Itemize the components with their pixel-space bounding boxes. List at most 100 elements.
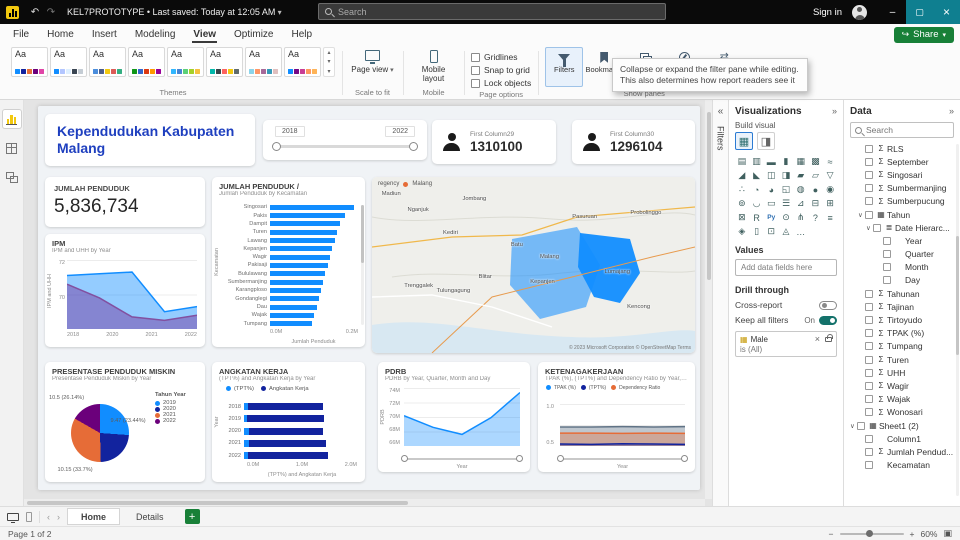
- collapse-pane-icon[interactable]: [949, 106, 954, 117]
- page-tab[interactable]: Home: [67, 508, 121, 525]
- ribbon-tab[interactable]: File: [4, 26, 38, 43]
- field-checkbox[interactable]: [865, 316, 873, 325]
- bar-row[interactable]: Pakis: [226, 212, 358, 219]
- field-row[interactable]: ∨ ▦ Tahun: [850, 208, 954, 221]
- field-checkbox[interactable]: [865, 302, 873, 311]
- field-row[interactable]: Day: [850, 274, 954, 287]
- field-row[interactable]: Σ Wonosari: [850, 406, 954, 419]
- slicer-min-value[interactable]: 2018: [275, 126, 305, 137]
- field-row[interactable]: Σ Tumpang: [850, 340, 954, 353]
- model-view-button[interactable]: [3, 168, 21, 186]
- slicer-track[interactable]: [272, 141, 418, 151]
- gauge-icon[interactable]: ◡: [750, 197, 764, 210]
- scroll-up-icon[interactable]: [327, 49, 330, 56]
- r-script-icon[interactable]: R: [750, 211, 764, 224]
- bar-row[interactable]: Turen: [226, 229, 358, 236]
- bar-row[interactable]: Tumpang: [226, 320, 358, 327]
- expand-icon[interactable]: ∨: [866, 224, 873, 232]
- arcgis-map-icon[interactable]: ◬: [779, 225, 793, 238]
- field-checkbox[interactable]: [883, 250, 891, 259]
- treemap-icon[interactable]: ◱: [779, 183, 793, 196]
- field-row[interactable]: Σ Tahunan: [850, 287, 954, 300]
- angkatan-kerja-card[interactable]: ANGKATAN KERJA (TPT%) and Angkatan Kerja…: [212, 362, 365, 482]
- line-clustered-column-chart-icon[interactable]: ◨: [779, 169, 793, 182]
- field-checkbox[interactable]: [865, 355, 873, 364]
- slicer-max-value[interactable]: 2022: [385, 126, 415, 137]
- field-row[interactable]: Σ September: [850, 155, 954, 168]
- field-checkbox[interactable]: [865, 289, 873, 298]
- filters-button[interactable]: Filters: [545, 47, 584, 87]
- window-title[interactable]: KEL7PROTOTYPE • Last saved: Today at 12:…: [67, 7, 282, 17]
- drill-through-field-chip[interactable]: Male is (All): [735, 331, 837, 357]
- bar-row[interactable]: 2022: [226, 451, 357, 460]
- field-row[interactable]: Σ RLS: [850, 142, 954, 155]
- field-checkbox[interactable]: [883, 236, 891, 245]
- bar-row[interactable]: Kepanjen: [226, 246, 358, 253]
- multi-row-card-icon[interactable]: ☰: [779, 197, 793, 210]
- python-script-icon[interactable]: Py: [764, 211, 778, 224]
- format-visual-tab[interactable]: [757, 132, 775, 150]
- field-checkbox[interactable]: [865, 342, 873, 351]
- waterfall-chart-icon[interactable]: ▱: [809, 169, 823, 182]
- theme-thumbnail[interactable]: Aa: [11, 47, 48, 77]
- pie-chart-icon[interactable]: ◔: [750, 183, 764, 196]
- smart-narrative-icon[interactable]: ≡: [823, 211, 837, 224]
- paginated-report-icon[interactable]: ▯: [750, 225, 764, 238]
- ribbon-tab[interactable]: Optimize: [225, 26, 282, 43]
- page-tab[interactable]: Details: [122, 508, 178, 525]
- field-row[interactable]: Σ Singosari: [850, 168, 954, 181]
- range-handle-left[interactable]: [401, 455, 408, 463]
- filled-map-icon[interactable]: ●: [809, 183, 823, 196]
- filters-pane-collapsed[interactable]: Filters: [712, 100, 728, 506]
- bar-row[interactable]: Bululawang: [226, 271, 358, 278]
- funnel-chart-icon[interactable]: ▽: [823, 169, 837, 182]
- sign-in-link[interactable]: Sign in: [813, 7, 842, 18]
- matrix-icon[interactable]: ⊠: [735, 211, 749, 224]
- field-row[interactable]: Quarter: [850, 248, 954, 261]
- theme-thumbnail[interactable]: Aa: [89, 47, 126, 77]
- field-row[interactable]: Σ Sumbermanjing: [850, 182, 954, 195]
- table-view-button[interactable]: [3, 139, 21, 157]
- scatter-chart-icon[interactable]: ∴: [735, 183, 749, 196]
- card-icon[interactable]: ▭: [764, 197, 778, 210]
- checkbox-icon[interactable]: [471, 78, 480, 88]
- legend-item[interactable]: Dependency Ratio: [611, 385, 660, 391]
- slicer-handle-right[interactable]: [409, 141, 418, 151]
- report-view-button[interactable]: [2, 110, 21, 128]
- range-handle-left[interactable]: [557, 455, 564, 463]
- x-range-slider[interactable]: [401, 455, 523, 463]
- themes-gallery-scroll[interactable]: [323, 47, 335, 77]
- fields-search[interactable]: [850, 122, 954, 138]
- bar-row[interactable]: 2019: [226, 414, 357, 423]
- ribbon-tab[interactable]: Modeling: [126, 26, 185, 43]
- restore-button[interactable]: [906, 0, 933, 24]
- stacked-area-chart-icon[interactable]: ◣: [750, 169, 764, 182]
- poverty-pie-card[interactable]: PRESENTASE PENDUDUK MISKIN Presentase Pe…: [45, 362, 205, 482]
- checkbox-icon[interactable]: [471, 65, 480, 75]
- field-checkbox[interactable]: [865, 170, 873, 179]
- expand-icon[interactable]: ∨: [858, 211, 865, 219]
- ribbon-tab[interactable]: Home: [38, 26, 83, 43]
- map-legend[interactable]: regency Malang: [378, 181, 432, 187]
- field-checkbox[interactable]: [865, 157, 873, 166]
- build-visual-tab[interactable]: [735, 132, 753, 150]
- report-canvas[interactable]: Kependudukan Kabupaten Malang 2018 2022 …: [24, 100, 712, 506]
- theme-thumbnail[interactable]: Aa: [245, 47, 282, 77]
- total-population-card[interactable]: JUMLAH PENDUDUK 5,836,734: [45, 177, 205, 227]
- ribbon-checkbox[interactable]: Snap to grid: [471, 65, 530, 75]
- donut-chart-icon[interactable]: ◕: [764, 183, 778, 196]
- field-checkbox[interactable]: [865, 408, 873, 417]
- kpi-card-female[interactable]: First Column30 1296104: [572, 120, 695, 164]
- mobile-layout-button[interactable]: Mobile layout: [410, 47, 457, 83]
- bar-row[interactable]: Dau: [226, 304, 358, 311]
- ipm-chart-card[interactable]: IPM IPM and UHH by Year IPM and UHH 72 70…: [45, 234, 205, 347]
- undo-icon[interactable]: [27, 7, 43, 18]
- gallery-expand-icon[interactable]: [327, 68, 330, 75]
- ribbon-tab[interactable]: View: [184, 26, 225, 43]
- field-row[interactable]: Year: [850, 234, 954, 247]
- kpi-icon[interactable]: ⊿: [794, 197, 808, 210]
- field-row[interactable]: ∨ ≣ Date Hierarc...: [850, 221, 954, 234]
- close-button[interactable]: [933, 0, 960, 24]
- avatar[interactable]: [852, 4, 867, 20]
- bar-row[interactable]: Sumbermanjing: [226, 279, 358, 286]
